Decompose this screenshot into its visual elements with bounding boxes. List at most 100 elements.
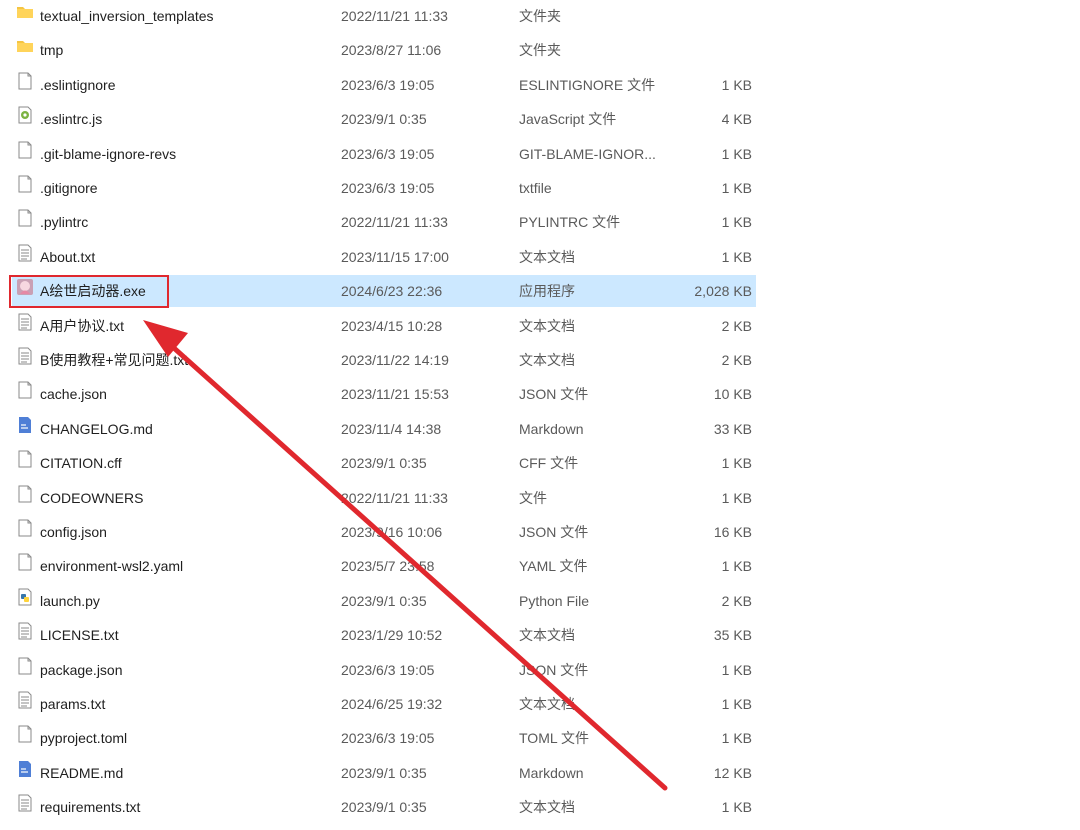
file-type: GIT-BLAME-IGNOR... [519, 145, 656, 162]
file-date-modified: 2023/9/1 0:35 [341, 455, 427, 472]
file-type: Markdown [519, 420, 584, 437]
file-type: 文本文档 [519, 248, 575, 265]
script-file-icon [16, 103, 34, 124]
file-name: CITATION.cff [40, 455, 122, 472]
file-row[interactable]: CITATION.cff 2023/9/1 0:35 CFF 文件 1 KB [12, 447, 756, 479]
file-size: 12 KB [713, 764, 752, 781]
file-row[interactable]: params.txt 2024/6/25 19:32 文本文档 1 KB [12, 688, 756, 720]
file-date-modified: 2023/11/21 15:53 [341, 386, 449, 403]
file-size: 35 KB [713, 627, 752, 644]
file-row[interactable]: CODEOWNERS 2022/11/21 11:33 文件 1 KB [12, 482, 756, 514]
file-type: 文件夹 [519, 42, 561, 59]
file-row[interactable]: CHANGELOG.md 2023/11/4 14:38 Markdown 33 KB [12, 413, 756, 445]
file-row[interactable]: LICENSE.txt 2023/1/29 10:52 文本文档 35 KB [12, 619, 756, 651]
file-row[interactable]: .gitignore 2023/6/3 19:05 txtfile 1 KB [12, 172, 756, 204]
file-row[interactable]: .pylintrc 2022/11/21 11:33 PYLINTRC 文件 1 KB [12, 206, 756, 238]
file-row[interactable]: tmp 2023/8/27 11:06 文件夹 [12, 34, 756, 66]
file-row[interactable]: textual_inversion_templates 2022/11/21 11… [12, 0, 756, 32]
file-date-modified: 2022/11/21 11:33 [341, 214, 448, 231]
file-type: 文本文档 [519, 352, 575, 368]
file-name: .eslintrc.js [40, 111, 103, 128]
file-icon [16, 722, 34, 743]
file-icon [16, 482, 34, 503]
file-size: 1 KB [721, 661, 752, 678]
file-row[interactable]: A用户协议.txt 2023/4/15 10:28 文本文档 2 KB [12, 310, 756, 342]
file-row[interactable]: requirements.txt 2023/9/1 0:35 文本文档 1 KB [12, 791, 756, 823]
file-icon [16, 516, 34, 537]
file-icon [16, 138, 34, 159]
file-size: 2 KB [721, 592, 752, 609]
file-size: 1 KB [721, 145, 752, 162]
file-row[interactable]: cache.json 2023/11/21 15:53 JSON 文件 10 KB [12, 378, 756, 410]
text-file-icon [16, 619, 34, 640]
file-name: tmp [40, 42, 64, 59]
file-type: JSON 文件 [519, 524, 589, 540]
file-date-modified: 2023/1/29 10:52 [341, 627, 443, 644]
file-name: CODEOWNERS [40, 489, 144, 506]
file-size: 2 KB [721, 352, 752, 368]
file-size: 1 KB [721, 248, 752, 265]
file-type: TOML 文件 [519, 730, 590, 747]
file-type: ESLINTIGNORE 文件 [519, 76, 656, 93]
file-type: JavaScript 文件 [519, 111, 617, 128]
file-row[interactable]: pyproject.toml 2023/6/3 19:05 TOML 文件 1 KB [12, 722, 756, 754]
file-name: .gitignore [40, 180, 98, 196]
file-name: requirements.txt [40, 799, 141, 816]
file-size: 2,028 KB [694, 283, 752, 300]
file-name: textual_inversion_templates [40, 8, 214, 24]
file-row[interactable]: README.md 2023/9/1 0:35 Markdown 12 KB [12, 757, 756, 789]
file-date-modified: 2023/6/3 19:05 [341, 661, 435, 678]
file-date-modified: 2023/4/15 10:28 [341, 317, 443, 334]
file-row[interactable]: package.json 2023/6/3 19:05 JSON 文件 1 KB [12, 654, 756, 686]
file-type: YAML 文件 [519, 558, 588, 575]
file-date-modified: 2023/8/27 11:06 [341, 42, 442, 59]
file-row[interactable]: B使用教程+常见问题.txt 2023/11/22 14:19 文本文档 2 KB [12, 344, 756, 376]
file-type: CFF 文件 [519, 455, 579, 472]
file-type: PYLINTRC 文件 [519, 214, 621, 231]
markdown-file-icon [16, 757, 34, 777]
file-name: pyproject.toml [40, 730, 128, 747]
file-type: 文件夹 [519, 8, 561, 24]
file-row[interactable]: A绘世启动器.exe 2024/6/23 22:36 应用程序 2,028 KB [12, 275, 756, 308]
file-row[interactable]: config.json 2023/9/16 10:06 JSON 文件 16 KB [12, 516, 756, 548]
python-file-icon [16, 585, 34, 606]
file-icon [16, 654, 34, 675]
app-icon [16, 275, 34, 296]
file-size: 1 KB [721, 455, 752, 472]
file-type: JSON 文件 [519, 386, 589, 403]
file-size: 1 KB [721, 180, 752, 196]
file-icon [16, 69, 34, 90]
file-row[interactable]: environment-wsl2.yaml 2023/5/7 23:58 YAML … [12, 550, 756, 582]
file-date-modified: 2023/9/1 0:35 [341, 799, 427, 816]
file-date-modified: 2022/11/21 11:33 [341, 489, 448, 506]
file-name: LICENSE.txt [40, 627, 119, 644]
file-date-modified: 2024/6/23 22:36 [341, 283, 443, 300]
file-type: Markdown [519, 764, 584, 781]
folder-icon [16, 0, 34, 18]
file-type: Python File [519, 592, 590, 609]
file-size: 33 KB [713, 420, 752, 437]
file-row[interactable]: About.txt 2023/11/15 17:00 文本文档 1 KB [12, 241, 756, 273]
file-name: .git-blame-ignore-revs [40, 145, 177, 162]
file-name: config.json [40, 524, 107, 540]
text-file-icon [16, 791, 34, 812]
file-row[interactable]: .eslintrc.js 2023/9/1 0:35 JavaScript 文件 4 … [12, 103, 756, 135]
file-size: 1 KB [721, 558, 752, 575]
file-date-modified: 2023/11/4 14:38 [341, 420, 442, 437]
file-name: About.txt [40, 248, 96, 265]
file-type: 文本文档 [519, 696, 575, 712]
file-type: 文本文档 [519, 627, 575, 644]
file-icon [16, 206, 34, 227]
file-name: params.txt [40, 696, 106, 712]
file-row[interactable]: launch.py 2023/9/1 0:35 Python File 2 KB [12, 585, 756, 617]
file-date-modified: 2022/11/21 11:33 [341, 8, 448, 24]
file-name: A绘世启动器.exe [40, 283, 146, 300]
text-file-icon [16, 310, 34, 331]
file-size: 1 KB [721, 76, 752, 93]
file-row[interactable]: .git-blame-ignore-revs 2023/6/3 19:05 GIT-… [12, 138, 756, 170]
file-size: 16 KB [713, 524, 752, 540]
file-row[interactable]: .eslintignore 2023/6/3 19:05 ESLINTIGNORE … [12, 69, 756, 101]
file-name: .eslintignore [40, 76, 116, 93]
file-name: CHANGELOG.md [40, 420, 153, 437]
markdown-file-icon [16, 413, 34, 433]
